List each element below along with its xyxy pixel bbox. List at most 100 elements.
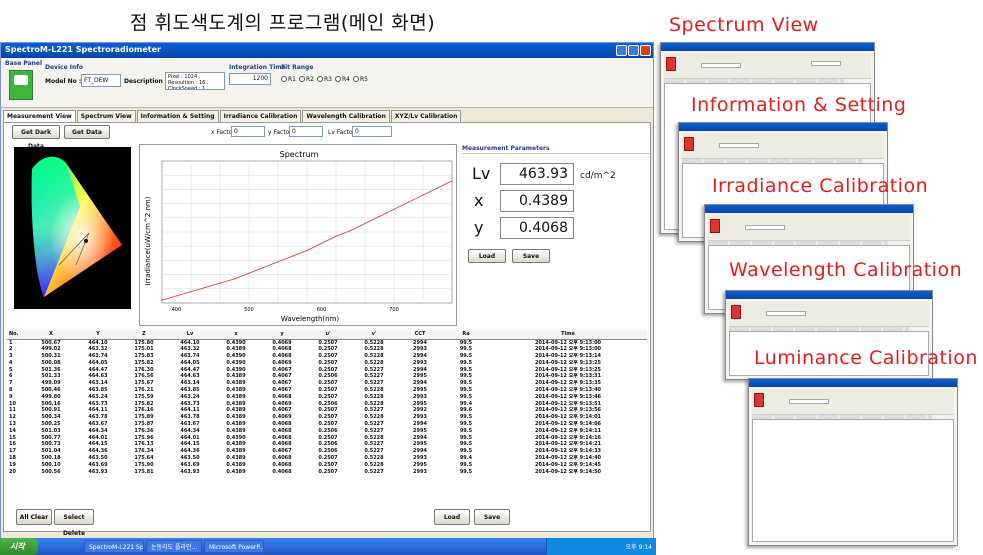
table-cell: 0.4068: [272, 421, 292, 428]
lv-factor-field[interactable]: 0: [352, 126, 392, 137]
table-row[interactable]: 12 500.34 463.78 175.89 463.78 0.4389 0.4069 0.…: [7, 414, 647, 421]
table-cell: 0.4389: [226, 393, 246, 400]
table-cell: 464.10: [180, 339, 200, 346]
table-cell: 0.4068: [272, 393, 292, 400]
tab-spectrum-view[interactable]: Spectrum View: [76, 110, 136, 122]
minimize-icon[interactable]: [616, 45, 627, 56]
table-cell: 0.2506: [318, 441, 338, 448]
measurement-point-marker: [84, 239, 88, 243]
table-row[interactable]: 15 500.77 464.01 175.96 464.01 0.4390 0.4068 0.…: [7, 435, 647, 442]
load-params-button[interactable]: Load: [468, 249, 506, 263]
table-row[interactable]: 10 500.16 463.73 175.82 463.73 0.4389 0.4069 0.…: [7, 401, 647, 408]
x-factor-field[interactable]: 0: [231, 126, 265, 137]
tab-information-setting[interactable]: Information & Setting: [136, 110, 219, 122]
table-cell: 2995: [413, 441, 427, 448]
table-body: 1 500.67 464.10 175.80 464.10 0.4390 0.4069 0.2…: [7, 339, 647, 475]
table-row[interactable]: 6 501.33 464.63 176.56 464.63 0.4389 0.4067 0.2…: [7, 373, 647, 380]
table-row[interactable]: 1 500.67 464.10 175.80 464.10 0.4390 0.4069 0.2…: [7, 339, 647, 346]
table-header-cell: x: [213, 330, 259, 340]
all-clear-button[interactable]: All Clear: [16, 509, 52, 525]
table-row[interactable]: 14 501.03 464.34 176.36 464.34 0.4389 0.4068 0.…: [7, 428, 647, 435]
table-cell: 175.01: [134, 346, 154, 353]
tab-xyzlv-calibration[interactable]: XYZ/Lv Calibration: [390, 110, 462, 122]
table-cell: 0.2507: [318, 468, 338, 475]
table-cell: 2014-09-12 오후 9:14:40: [534, 455, 602, 462]
fit-range-r1[interactable]: R1: [281, 76, 296, 83]
table-cell: 0.4069: [272, 414, 292, 421]
table-cell: 0.2507: [318, 339, 338, 346]
table-cell: 2992: [413, 407, 427, 414]
table-row[interactable]: 9 499.80 463.24 175.59 463.24 0.4389 0.4068 0.2…: [7, 394, 647, 401]
table-cell: 0.4068: [272, 353, 292, 360]
table-cell: 0.5228: [364, 400, 384, 407]
table-row[interactable]: 20 500.56 463.93 175.81 463.93 0.4389 0.4068 0.…: [7, 469, 647, 476]
table-cell: 464.05: [88, 359, 108, 366]
taskbar-task-powerpoint[interactable]: Microsoft PowerP...: [204, 540, 264, 553]
table-save-button[interactable]: Save: [474, 509, 510, 525]
table-cell: 2995: [413, 400, 427, 407]
table-load-button[interactable]: Load: [434, 509, 470, 525]
table-row[interactable]: 5 501.36 464.47 176.30 464.47 0.4390 0.4067 0.2…: [7, 367, 647, 374]
table-cell: 0.2507: [318, 407, 338, 414]
table-cell: 0.4389: [226, 461, 246, 468]
save-params-button[interactable]: Save: [512, 249, 550, 263]
get-dark-data-button[interactable]: Get Dark Data: [12, 125, 60, 150]
table-cell: 464.11: [88, 407, 108, 414]
taskbar-task-spectrom[interactable]: SpectroM-L221 Sp...: [84, 540, 144, 553]
start-button[interactable]: 시작: [0, 538, 38, 555]
model-no-field[interactable]: FT_DEW: [81, 74, 121, 87]
spectrum-point: [451, 180, 453, 182]
table-row[interactable]: 3 500.31 463.74 175.83 463.74 0.4390 0.4068 0.2…: [7, 353, 647, 360]
get-data-button[interactable]: Get Data: [64, 125, 110, 139]
table-row[interactable]: 17 501.04 464.36 176.34 464.36 0.4389 0.4067 0.…: [7, 448, 647, 455]
table-cell: 99.5: [459, 359, 473, 366]
fit-range-r3[interactable]: R3: [317, 76, 332, 83]
maximize-icon[interactable]: [628, 45, 639, 56]
fit-range-r2[interactable]: R2: [299, 76, 314, 83]
table-row[interactable]: 16 500.73 464.15 176.13 464.15 0.4389 0.4068 0.…: [7, 441, 647, 448]
table-cell: 463.32: [180, 346, 200, 353]
fit-range-r4[interactable]: R4: [335, 76, 350, 83]
table-cell: 500.08: [41, 359, 61, 366]
table-cell: 0.4068: [272, 434, 292, 441]
description-field[interactable]: Pixel : 1024 , Resoultion : 16 , ClockSp…: [165, 72, 225, 90]
y-factor-field[interactable]: 0: [289, 126, 323, 137]
table-cell: 0.4067: [272, 366, 292, 373]
tab-wavelength-calibration[interactable]: Wavelength Calibration: [302, 110, 390, 122]
table-cell: 0.4067: [272, 380, 292, 387]
x-value: 0.4389: [500, 190, 574, 212]
tab-irradiance-calibration[interactable]: Irradiance Calibration: [219, 110, 302, 122]
table-cell: 0.2507: [318, 359, 338, 366]
table-cell: 2014-09-12 오후 9:13:00: [534, 346, 602, 353]
taskbar-task-2[interactable]: 눈동리도 플라인...: [146, 540, 202, 553]
table-cell: 99.5: [459, 427, 473, 434]
table-row[interactable]: 4 500.08 464.05 175.82 464.05 0.4390 0.4069 0.2…: [7, 360, 647, 367]
table-cell: 2014-09-12 오후 9:14:45: [534, 461, 602, 468]
close-icon[interactable]: [640, 45, 651, 56]
table-row[interactable]: 19 500.10 463.69 175.90 463.69 0.4389 0.4068 0.…: [7, 462, 647, 469]
table-cell: 2014-09-12 오후 9:13:56: [534, 407, 602, 414]
table-row[interactable]: 13 500.25 463.67 175.87 463.67 0.4389 0.4068 0.…: [7, 421, 647, 428]
table-cell: 0.5227: [364, 373, 384, 380]
table-cell: 15: [9, 434, 16, 441]
table-row[interactable]: 7 499.09 463.14 175.67 463.14 0.4389 0.4067 0.2…: [7, 380, 647, 387]
select-delete-button[interactable]: Select Delete: [54, 509, 94, 537]
table-row[interactable]: 8 500.46 463.85 176.21 463.85 0.4389 0.4067 0.2…: [7, 387, 647, 394]
table-cell: 2014-09-12 오후 9:13:14: [534, 353, 602, 360]
table-cell: 99.5: [459, 339, 473, 346]
table-cell: 176.30: [134, 366, 154, 373]
table-cell: 99.5: [459, 373, 473, 380]
table-row[interactable]: 2 499.02 463.32 175.01 463.32 0.4389 0.4068 0.2…: [7, 346, 647, 353]
table-cell: 0.2506: [318, 448, 338, 455]
window-title: SpectroM-L221 Spectroradiometer: [5, 45, 161, 54]
table-cell: 0.5228: [364, 359, 384, 366]
tab-measurement-view[interactable]: Measurement View: [3, 110, 76, 122]
table-row[interactable]: 11 500.91 464.11 176.16 464.11 0.4389 0.4067 0.…: [7, 407, 647, 414]
table-cell: 0.4069: [272, 339, 292, 346]
taskbar-clock: 오후 9:14: [625, 544, 652, 551]
integration-time-field[interactable]: 1200: [229, 73, 271, 85]
label-wavelength-calibration: Wavelength Calibration: [729, 259, 963, 281]
fit-range-r5[interactable]: R5: [353, 76, 368, 83]
table-row[interactable]: 18 500.18 463.50 175.64 463.50 0.4389 0.4068 0.…: [7, 455, 647, 462]
spectrum-point: [393, 208, 395, 210]
